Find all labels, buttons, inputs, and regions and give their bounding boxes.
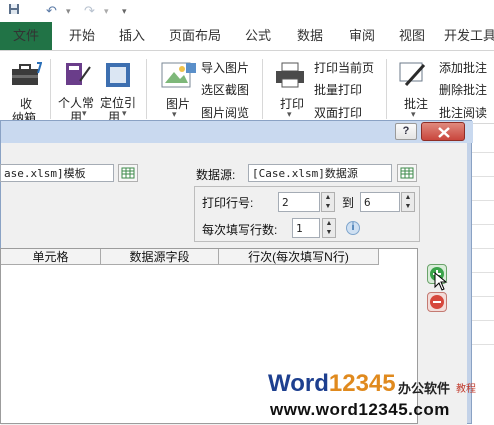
spin-up-icon[interactable]: ▲ bbox=[402, 193, 414, 202]
watermark-tutorial: 教程 bbox=[456, 384, 476, 395]
sheet-gridline bbox=[472, 152, 494, 153]
ribbon-separator bbox=[146, 59, 147, 119]
add-comment-button[interactable]: 添加批注 bbox=[439, 59, 487, 76]
customize-qat-icon[interactable]: ▾ bbox=[122, 6, 127, 17]
print-current-page-button[interactable]: 打印当前页 bbox=[314, 59, 374, 76]
ribbon-separator bbox=[386, 59, 387, 119]
locate-reference-icon[interactable] bbox=[104, 61, 132, 92]
print-row-to-input[interactable]: 6 bbox=[360, 192, 400, 212]
tab-data[interactable]: 数据 bbox=[290, 22, 330, 50]
rows-per-fill-label: 每次填写行数: bbox=[202, 223, 278, 237]
sheet-gridline bbox=[472, 320, 494, 321]
redo-dropdown-icon[interactable]: ▾ bbox=[104, 6, 109, 17]
spin-down-icon[interactable]: ▼ bbox=[322, 202, 334, 211]
ribbon-separator bbox=[262, 59, 263, 119]
watermark: Word12345 办公软件 教程 www.word12345.com bbox=[266, 366, 494, 424]
print-row-from-input[interactable]: 2 bbox=[278, 192, 320, 212]
redo-icon[interactable]: ↷ bbox=[84, 3, 95, 19]
ribbon-tab-bar: 文件 开始 插入 页面布局 公式 数据 审阅 视图 开发工具 bbox=[0, 22, 494, 51]
picture-browse-button[interactable]: 图片阅览 bbox=[201, 104, 249, 121]
tab-developer[interactable]: 开发工具 bbox=[444, 22, 494, 50]
close-icon bbox=[438, 127, 450, 138]
watermark-chinese: 办公软件 bbox=[398, 381, 451, 396]
help-button[interactable]: ? bbox=[395, 123, 417, 140]
watermark-url: www.word12345.com bbox=[270, 400, 450, 419]
rows-per-fill-spinner[interactable]: ▲ ▼ bbox=[322, 218, 336, 238]
comment-pen-icon[interactable] bbox=[398, 59, 428, 92]
grid-column-header-rows[interactable]: 行次(每次填写N行) bbox=[219, 249, 379, 265]
print-button-label[interactable]: 打印 bbox=[280, 95, 304, 112]
undo-dropdown-icon[interactable]: ▾ bbox=[66, 6, 71, 17]
rows-per-fill-input[interactable]: 1 bbox=[292, 218, 320, 238]
print-row-to-spinner[interactable]: ▲ ▼ bbox=[401, 192, 415, 212]
chevron-down-icon[interactable]: ▾ bbox=[82, 108, 87, 119]
chevron-down-icon[interactable]: ▾ bbox=[172, 109, 177, 120]
toolbox-icon[interactable] bbox=[10, 59, 43, 92]
watermark-logo: Word12345 bbox=[268, 370, 396, 398]
undo-icon[interactable]: ↶ bbox=[46, 3, 57, 19]
minus-icon bbox=[430, 295, 444, 309]
to-label: 到 bbox=[342, 196, 355, 210]
picture-button-label[interactable]: 图片 bbox=[166, 95, 190, 112]
print-row-from-spinner[interactable]: ▲ ▼ bbox=[321, 192, 335, 212]
datasource-picker-button[interactable] bbox=[397, 164, 417, 182]
region-screenshot-button[interactable]: 选区截图 bbox=[201, 81, 249, 98]
tab-page-layout[interactable]: 页面布局 bbox=[166, 22, 224, 50]
printer-icon[interactable] bbox=[274, 61, 306, 92]
spin-down-icon[interactable]: ▼ bbox=[323, 228, 335, 237]
watermark-word: Word bbox=[268, 370, 329, 397]
tab-review[interactable]: 审阅 bbox=[342, 22, 382, 50]
sheet-gridline bbox=[472, 272, 494, 273]
grid-select-icon bbox=[121, 167, 135, 179]
spin-down-icon[interactable]: ▼ bbox=[402, 202, 414, 211]
sheet-gridline bbox=[472, 200, 494, 201]
import-picture-icon bbox=[186, 62, 196, 76]
ribbon-panel: 收 纳箱 个人常 用 ▾ 定位引 用 ▾ 图片 ▾ 导入图片 选区截图 图片阅览… bbox=[0, 51, 494, 125]
sheet-gridline bbox=[472, 176, 494, 177]
sheet-gridline bbox=[472, 344, 494, 345]
info-icon[interactable]: i bbox=[346, 221, 360, 235]
datasource-label: 数据源: bbox=[196, 168, 236, 182]
sheet-gridline bbox=[472, 296, 494, 297]
sheet-gridline bbox=[472, 224, 494, 225]
tab-formulas[interactable]: 公式 bbox=[238, 22, 278, 50]
tab-insert[interactable]: 插入 bbox=[112, 22, 152, 50]
quick-access-toolbar: ↶ ▾ ↷ ▾ ▾ bbox=[0, 0, 494, 22]
chevron-down-icon[interactable]: ▾ bbox=[411, 109, 416, 120]
grid-column-header-cell[interactable]: 单元格 bbox=[1, 249, 101, 265]
chevron-down-icon[interactable]: ▾ bbox=[122, 108, 127, 119]
close-button[interactable] bbox=[421, 122, 465, 141]
watermark-number: 12345 bbox=[328, 370, 396, 397]
tab-home[interactable]: 开始 bbox=[62, 22, 102, 50]
datasource-input[interactable]: [Case.xlsm]数据源 bbox=[248, 164, 392, 182]
batch-print-button[interactable]: 批量打印 bbox=[314, 81, 362, 98]
comment-read-button[interactable]: 批注阅读 bbox=[439, 104, 487, 121]
duplex-print-button[interactable]: 双面打印 bbox=[314, 104, 362, 121]
spin-up-icon[interactable]: ▲ bbox=[322, 193, 334, 202]
grid-select-icon bbox=[400, 167, 414, 179]
personal-book-icon[interactable] bbox=[62, 61, 92, 92]
template-picker-button[interactable] bbox=[118, 164, 138, 182]
tab-view[interactable]: 视图 bbox=[392, 22, 432, 50]
print-row-label: 打印行号: bbox=[202, 196, 254, 210]
spin-up-icon[interactable]: ▲ bbox=[323, 219, 335, 228]
tab-file[interactable]: 文件 bbox=[0, 22, 52, 50]
chevron-down-icon[interactable]: ▾ bbox=[287, 109, 292, 120]
template-input[interactable]: ase.xlsm]模板 bbox=[0, 164, 114, 182]
comment-button-label[interactable]: 批注 bbox=[404, 95, 428, 112]
remove-row-button[interactable] bbox=[427, 292, 447, 312]
grid-column-header-field[interactable]: 数据源字段 bbox=[101, 249, 219, 265]
save-icon[interactable] bbox=[8, 3, 20, 18]
sheet-gridline bbox=[472, 248, 494, 249]
delete-comment-button[interactable]: 删除批注 bbox=[439, 81, 487, 98]
ribbon-separator bbox=[50, 59, 51, 119]
import-picture-button[interactable]: 导入图片 bbox=[201, 59, 249, 76]
